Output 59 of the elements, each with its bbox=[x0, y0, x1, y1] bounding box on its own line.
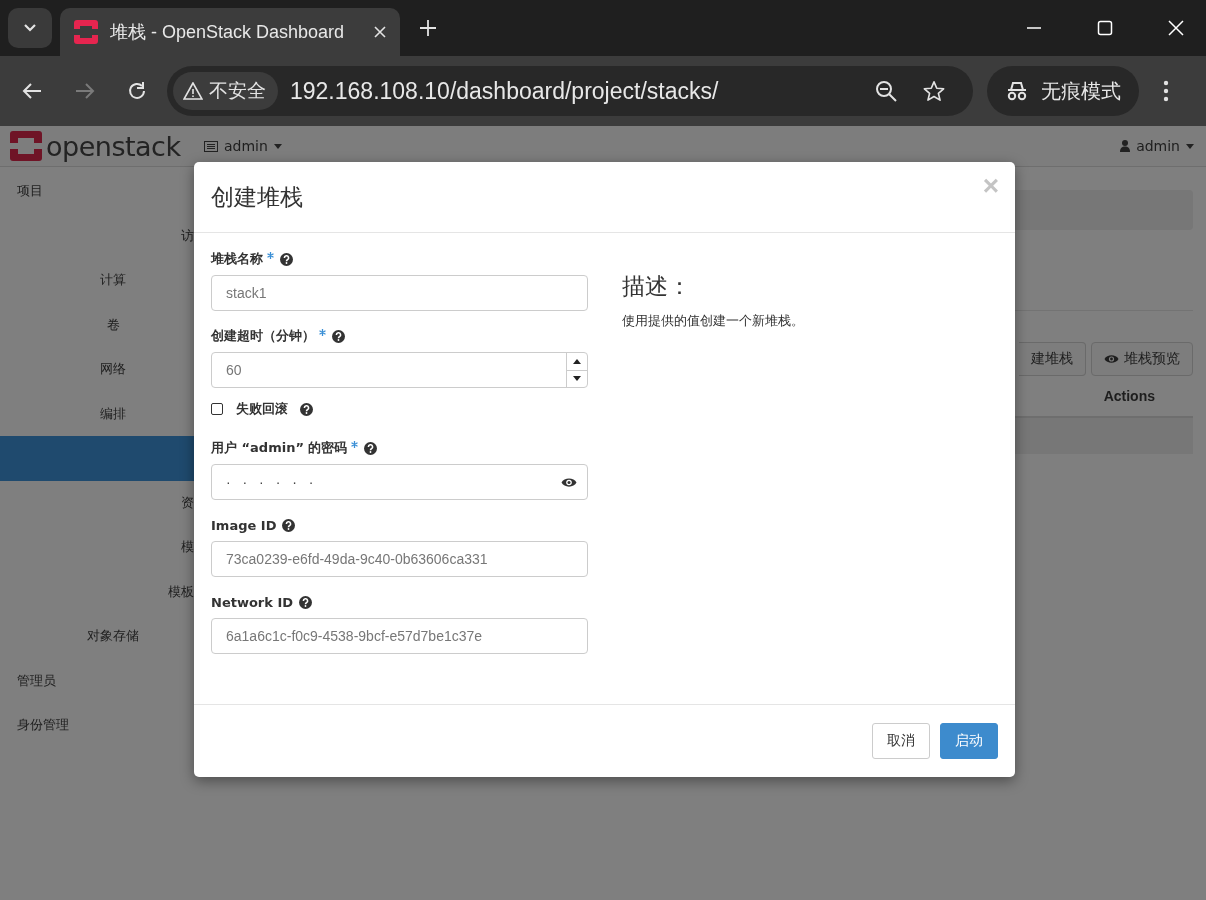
help-icon[interactable] bbox=[332, 329, 345, 343]
input-field[interactable]: stack1 bbox=[211, 275, 588, 311]
create-button[interactable]: 建堆栈 bbox=[1019, 342, 1086, 376]
caret-up-icon bbox=[573, 358, 581, 364]
input-field[interactable]: 73ca0239-e6fd-49da-9c40-0b63606ca331 bbox=[211, 541, 588, 577]
field-label: 堆栈名称 bbox=[211, 250, 263, 268]
security-chip[interactable]: 不安全 bbox=[173, 72, 278, 110]
checkbox[interactable] bbox=[211, 403, 223, 415]
help-icon[interactable] bbox=[282, 518, 296, 532]
star-icon[interactable] bbox=[923, 80, 945, 102]
dialog-title: 创建堆栈 bbox=[211, 182, 303, 212]
menu-icon[interactable] bbox=[1163, 80, 1169, 102]
address-bar[interactable]: 不安全 192.168.108.10/dashboard/project/stacks/ bbox=[167, 66, 973, 116]
eye-icon[interactable] bbox=[561, 476, 577, 488]
preview-button[interactable]: 堆栈预览 bbox=[1091, 342, 1193, 376]
help-icon[interactable] bbox=[364, 441, 378, 455]
close-icon[interactable] bbox=[374, 26, 386, 38]
description-text: 使用提供的值创建一个新堆栈。 bbox=[622, 312, 804, 330]
logo-text: openstack bbox=[46, 130, 181, 162]
new-tab-icon[interactable] bbox=[420, 20, 436, 36]
password-field[interactable]: · · · · · · bbox=[211, 464, 588, 500]
security-label: 不安全 bbox=[209, 78, 266, 103]
caret-down-icon bbox=[573, 376, 581, 382]
launch-button[interactable]: 启动 bbox=[940, 723, 998, 759]
openstack-logo-icon bbox=[74, 20, 98, 44]
zoom-out-icon[interactable] bbox=[875, 80, 897, 102]
incognito-icon bbox=[1005, 81, 1029, 101]
help-icon[interactable] bbox=[299, 595, 313, 609]
eye-icon bbox=[1104, 354, 1119, 364]
input-field[interactable]: 6a1a6c1c-f0c9-4538-9bcf-e57d7be1c37e bbox=[211, 618, 588, 654]
field-label: Image ID bbox=[211, 517, 277, 533]
cancel-button[interactable]: 取消 bbox=[872, 723, 930, 759]
field-label: 用户 “admin” 的密码 bbox=[211, 439, 348, 457]
number-field[interactable]: 60 bbox=[211, 352, 588, 388]
warning-icon bbox=[183, 82, 203, 100]
maximize-icon[interactable] bbox=[1097, 20, 1113, 36]
help-icon[interactable] bbox=[300, 402, 313, 416]
url-text: 192.168.108.10/dashboard/project/stacks/ bbox=[290, 77, 720, 105]
project-dropdown[interactable]: admin bbox=[204, 138, 282, 154]
incognito-label: 无痕模式 bbox=[1041, 77, 1121, 105]
tab-title: 堆栈 - OpenStack Dashboard bbox=[110, 21, 346, 44]
help-icon[interactable] bbox=[280, 252, 293, 266]
chevron-down-icon bbox=[23, 23, 37, 33]
caret-icon bbox=[273, 143, 282, 149]
field-label: Network ID bbox=[211, 594, 294, 610]
forward-icon[interactable] bbox=[75, 82, 95, 100]
incognito-chip[interactable]: 无痕模式 bbox=[987, 66, 1139, 116]
reload-icon[interactable] bbox=[127, 81, 147, 101]
field-label: 失败回滚 bbox=[236, 400, 288, 418]
description-heading: 描述： bbox=[622, 272, 692, 301]
user-icon bbox=[1120, 140, 1131, 152]
browser-tab[interactable]: 堆栈 - OpenStack Dashboard bbox=[60, 8, 400, 56]
openstack-logo-icon bbox=[10, 131, 42, 161]
column-header: Actions bbox=[1103, 388, 1155, 404]
caret-icon bbox=[1186, 143, 1194, 149]
user-dropdown[interactable]: admin bbox=[1120, 138, 1194, 154]
field-label: 创建超时（分钟） bbox=[211, 327, 315, 345]
back-icon[interactable] bbox=[22, 82, 42, 100]
list-icon bbox=[204, 140, 218, 152]
